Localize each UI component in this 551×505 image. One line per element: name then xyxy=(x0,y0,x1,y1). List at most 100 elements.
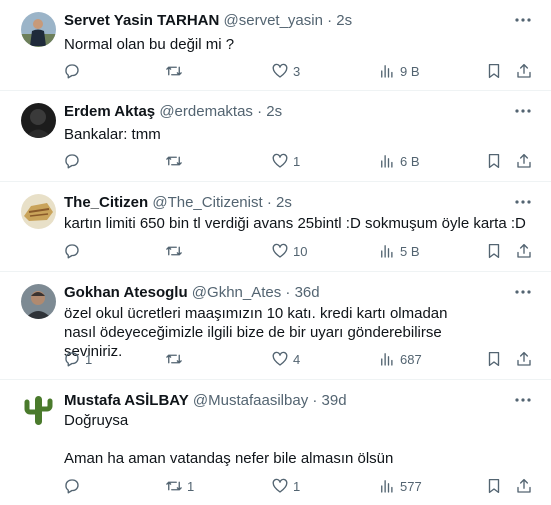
avatar[interactable] xyxy=(21,194,56,229)
separator: · xyxy=(266,194,272,211)
bookmark-icon xyxy=(488,243,500,259)
views-button[interactable]: 577 xyxy=(378,475,422,497)
share-icon xyxy=(517,478,531,493)
handle[interactable]: @Mustafaasilbay xyxy=(193,392,308,409)
avatar-cactus-image xyxy=(21,392,56,427)
tweet[interactable]: The_Citizen @The_Citizenist · 2s kartın … xyxy=(0,182,551,272)
more-options-icon[interactable] xyxy=(513,101,533,121)
retweet-button[interactable] xyxy=(165,348,187,370)
avatar-gokhan-image xyxy=(21,284,56,319)
bookmark-icon xyxy=(488,153,500,169)
reply-button[interactable]: 1 xyxy=(63,348,92,370)
like-button[interactable]: 10 xyxy=(271,240,307,262)
tweet-text: kartın limiti 650 bin tl verdiği avans 2… xyxy=(64,215,526,232)
avatar[interactable] xyxy=(21,284,56,319)
bookmark-button[interactable] xyxy=(485,150,503,172)
share-button[interactable] xyxy=(515,475,533,497)
view-count: 9 B xyxy=(400,63,420,79)
share-icon xyxy=(517,243,531,258)
timestamp[interactable]: 2s xyxy=(276,194,292,211)
handle[interactable]: @erdemaktas xyxy=(159,103,253,120)
bookmark-button[interactable] xyxy=(485,240,503,262)
display-name[interactable]: Mustafa ASİLBAY xyxy=(64,392,189,409)
heart-icon xyxy=(272,243,288,258)
share-button[interactable] xyxy=(515,348,533,370)
more-options-icon[interactable] xyxy=(513,192,533,212)
reply-button[interactable] xyxy=(63,150,85,172)
avatar[interactable] xyxy=(21,103,56,138)
view-count: 6 B xyxy=(400,153,420,169)
reply-icon xyxy=(65,479,79,494)
tweet-text: Normal olan bu değil mi ? xyxy=(64,36,235,53)
bookmark-button[interactable] xyxy=(485,60,503,82)
display-name[interactable]: Gokhan Atesoglu xyxy=(64,284,188,301)
reply-button[interactable] xyxy=(63,475,85,497)
like-count: 1 xyxy=(293,153,301,169)
retweet-icon xyxy=(166,66,182,76)
views-button[interactable]: 687 xyxy=(378,348,422,370)
action-bar: 1 4 687 xyxy=(60,348,536,370)
tweet-header: Erdem Aktaş @erdemaktas · 2s xyxy=(64,103,282,121)
bookmark-button[interactable] xyxy=(485,475,503,497)
separator: · xyxy=(257,103,263,120)
timestamp[interactable]: 39d xyxy=(322,392,347,409)
tweet-header: Servet Yasin TARHAN @servet_yasin · 2s xyxy=(64,12,352,30)
like-button[interactable]: 1 xyxy=(271,150,300,172)
views-icon xyxy=(381,480,393,493)
avatar[interactable] xyxy=(21,392,56,427)
avatar-erdem-image xyxy=(21,103,56,138)
avatar[interactable] xyxy=(21,12,56,47)
tweet-header: Mustafa ASİLBAY @Mustafaasilbay · 39d xyxy=(64,392,347,410)
timestamp[interactable]: 36d xyxy=(295,284,320,301)
views-icon xyxy=(381,353,393,366)
more-options-icon[interactable] xyxy=(513,282,533,302)
like-button[interactable]: 1 xyxy=(271,475,300,497)
reply-button[interactable] xyxy=(63,240,85,262)
timestamp[interactable]: 2s xyxy=(266,103,282,120)
like-count: 1 xyxy=(293,478,301,494)
share-button[interactable] xyxy=(515,240,533,262)
like-count: 4 xyxy=(293,351,301,367)
like-count: 10 xyxy=(293,243,308,259)
share-button[interactable] xyxy=(515,60,533,82)
like-count: 3 xyxy=(293,63,301,79)
share-button[interactable] xyxy=(515,150,533,172)
retweet-button[interactable]: 1 xyxy=(165,475,194,497)
retweet-button[interactable] xyxy=(165,150,187,172)
view-count: 5 B xyxy=(400,243,420,259)
views-button[interactable]: 9 B xyxy=(378,60,420,82)
bookmark-icon xyxy=(488,478,500,494)
view-count: 687 xyxy=(400,351,422,367)
reply-button[interactable] xyxy=(63,60,85,82)
timestamp[interactable]: 2s xyxy=(336,12,352,29)
retweet-icon xyxy=(166,481,182,491)
tweet[interactable]: Mustafa ASİLBAY @Mustafaasilbay · 39d Do… xyxy=(0,380,551,505)
handle[interactable]: @The_Citizenist xyxy=(152,194,262,211)
like-button[interactable]: 4 xyxy=(271,348,300,370)
tweet[interactable]: Erdem Aktaş @erdemaktas · 2s Bankalar: t… xyxy=(0,91,551,182)
tweet[interactable]: Gokhan Atesoglu @Gkhn_Ates · 36d özel ok… xyxy=(0,272,551,380)
tweet[interactable]: Servet Yasin TARHAN @servet_yasin · 2s N… xyxy=(0,0,551,91)
display-name[interactable]: Servet Yasin TARHAN xyxy=(64,12,219,29)
reply-icon xyxy=(65,352,79,367)
display-name[interactable]: The_Citizen xyxy=(64,194,148,211)
like-button[interactable]: 3 xyxy=(271,60,300,82)
reply-icon xyxy=(65,244,79,259)
handle[interactable]: @servet_yasin xyxy=(224,12,323,29)
bookmark-icon xyxy=(488,63,500,79)
views-button[interactable]: 5 B xyxy=(378,240,420,262)
more-options-icon[interactable] xyxy=(513,10,533,30)
heart-icon xyxy=(272,478,288,493)
more-options-icon[interactable] xyxy=(513,390,533,410)
bookmark-icon xyxy=(488,351,500,367)
retweet-button[interactable] xyxy=(165,240,187,262)
views-button[interactable]: 6 B xyxy=(378,150,420,172)
retweet-button[interactable] xyxy=(165,60,187,82)
heart-icon xyxy=(272,351,288,366)
handle[interactable]: @Gkhn_Ates xyxy=(192,284,281,301)
views-icon xyxy=(381,245,393,258)
share-icon xyxy=(517,351,531,366)
separator: · xyxy=(285,284,291,301)
display-name[interactable]: Erdem Aktaş xyxy=(64,103,155,120)
bookmark-button[interactable] xyxy=(485,348,503,370)
